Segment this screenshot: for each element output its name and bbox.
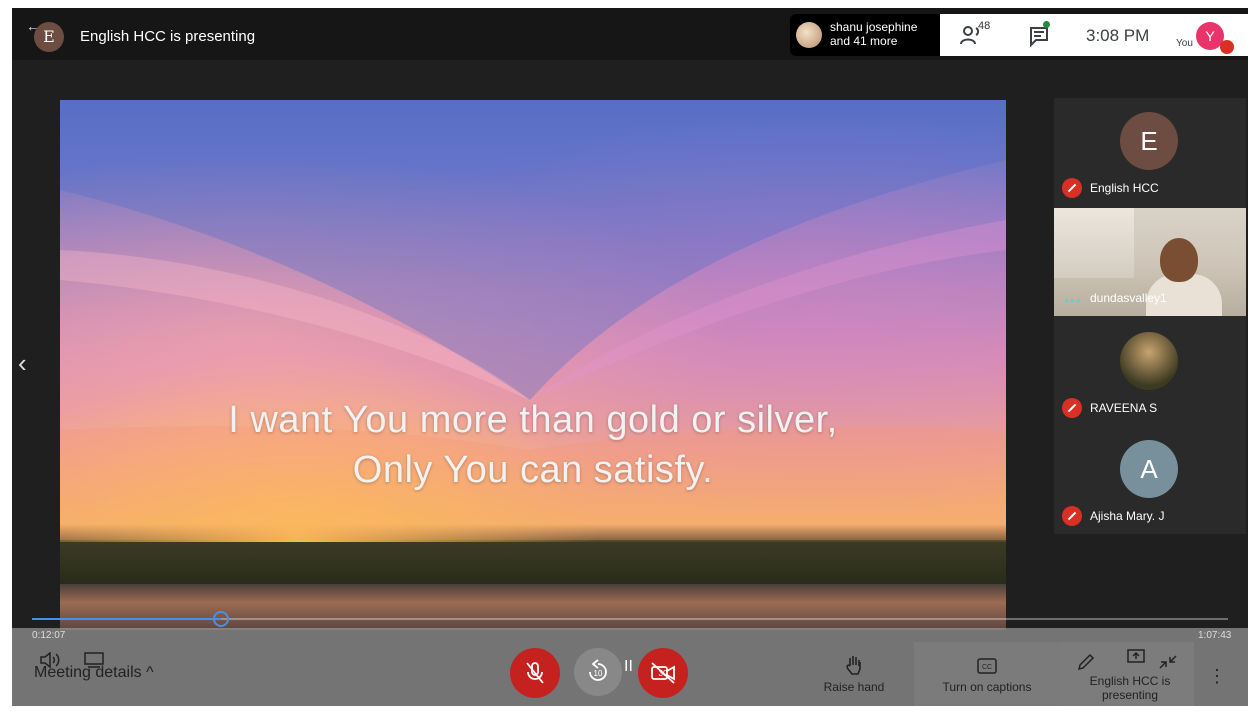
- speaking-indicator-icon: •••: [1064, 292, 1082, 308]
- rewind-seconds: 10: [594, 669, 603, 678]
- participant-name: RAVEENA S: [1090, 401, 1158, 415]
- presenting-title: English HCC is presenting: [80, 28, 256, 45]
- participant-name: Ajisha Mary. J: [1090, 509, 1165, 523]
- water-reflection: [60, 584, 1006, 630]
- current-time: 0:12:07: [32, 630, 66, 641]
- participant-initial: A: [1120, 440, 1178, 498]
- previous-page-icon[interactable]: ‹: [18, 348, 27, 379]
- bottom-control-bar: Meeting details ^ 10 II 30 Raise hand CC…: [12, 628, 1248, 706]
- hand-icon: [846, 656, 861, 675]
- video-background-window: [1054, 208, 1134, 278]
- svg-text:CC: CC: [982, 664, 992, 671]
- meeting-details-button[interactable]: Meeting details ^: [34, 664, 154, 682]
- total-time: 1:07:43: [1198, 630, 1232, 641]
- participant-name: English HCC: [1090, 181, 1159, 195]
- camera-off-icon: 30: [651, 662, 675, 684]
- progress-fill: [32, 618, 221, 620]
- rewind-button[interactable]: 10: [574, 648, 622, 696]
- you-label: You: [1176, 38, 1193, 49]
- lyric-line-1: I want You more than gold or silver,: [228, 399, 838, 441]
- participant-name: dundasvalley1: [1090, 291, 1167, 305]
- participant-more-count: and 41 more: [830, 34, 898, 48]
- lyric-line-2: Only You can satisfy.: [352, 449, 714, 491]
- captions-button[interactable]: CC Turn on captions: [914, 642, 1060, 706]
- progress-scrubber[interactable]: [212, 611, 229, 627]
- clock: 3:08 PM: [1086, 26, 1150, 45]
- forward-seconds: 30: [659, 669, 668, 678]
- camera-toggle-button[interactable]: 30: [638, 648, 688, 698]
- closed-captions-icon: CC: [977, 658, 997, 674]
- participant-avatar: [1120, 332, 1178, 390]
- mic-muted-icon: [1062, 398, 1082, 418]
- top-bar: ← E English HCC is presenting shanu jose…: [12, 8, 1248, 60]
- mic-muted-icon: [1062, 506, 1082, 526]
- participant-tile[interactable]: E English HCC: [1054, 98, 1246, 206]
- participants-summary[interactable]: shanu josephine and 41 more: [790, 14, 940, 56]
- presenting-label: English HCC is presenting: [1089, 674, 1171, 702]
- present-screen-icon[interactable]: [1126, 648, 1146, 668]
- self-mic-muted-icon: [1220, 40, 1234, 54]
- raise-hand-button[interactable]: Raise hand: [814, 654, 894, 694]
- slide-lyric: I want You more than gold or silver, Onl…: [60, 395, 1006, 495]
- chevron-up-icon: ^: [146, 664, 154, 681]
- participant-tile[interactable]: RAVEENA S: [1054, 318, 1246, 426]
- rewind-10-icon: 10: [589, 659, 607, 681]
- exit-fullscreen-icon[interactable]: [1158, 654, 1178, 670]
- participant-tile[interactable]: A Ajisha Mary. J: [1054, 426, 1246, 534]
- mic-muted-icon: [1062, 178, 1082, 198]
- captions-label: Turn on captions: [942, 680, 1032, 694]
- participant-name: shanu josephine: [830, 20, 918, 34]
- meeting-details-label: Meeting details: [34, 664, 142, 681]
- raise-hand-label: Raise hand: [823, 680, 885, 694]
- pause-icon[interactable]: II: [624, 658, 633, 676]
- pencil-icon[interactable]: [1076, 652, 1096, 672]
- field-horizon: [60, 542, 1006, 584]
- participant-tile[interactable]: ••• dundasvalley1: [1054, 208, 1246, 316]
- participant-tiles: E English HCC ••• dundasvalley1 RAVEENA …: [1054, 98, 1246, 534]
- participant-avatar: [796, 22, 822, 48]
- chat-icon[interactable]: [1028, 25, 1050, 47]
- mic-toggle-button[interactable]: [510, 648, 560, 698]
- presenter-avatar: E: [34, 22, 64, 52]
- people-count: 48: [978, 20, 991, 32]
- meet-window: ← E English HCC is presenting shanu jose…: [12, 8, 1248, 706]
- meeting-info-panel: 48 3:08 PM You Y: [940, 14, 1248, 56]
- chat-notification-dot: [1043, 21, 1050, 28]
- more-options-icon[interactable]: ⋮: [1208, 666, 1226, 687]
- participant-initial: E: [1120, 112, 1178, 170]
- video-person-head: [1160, 238, 1198, 282]
- mic-off-icon: [526, 662, 544, 684]
- presentation-slide: I want You more than gold or silver, Onl…: [60, 100, 1006, 630]
